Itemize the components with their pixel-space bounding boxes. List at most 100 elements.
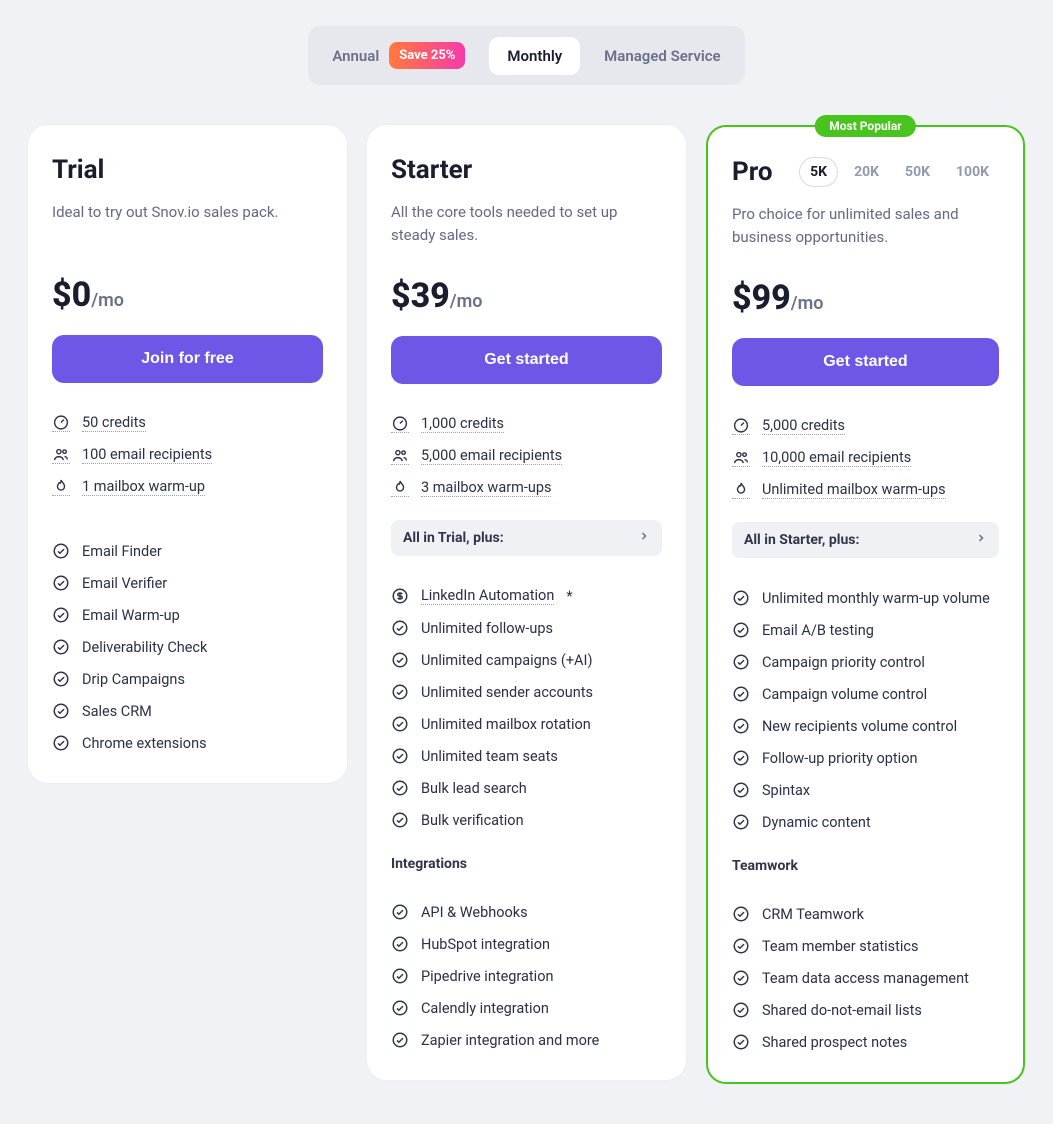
check-icon — [391, 935, 409, 953]
plan-title: Starter — [391, 155, 662, 185]
starter-top-list: 1,000 credits 5,000 email recipients 3 m… — [391, 408, 662, 504]
feature-item: Unlimited mailbox rotation — [391, 708, 662, 740]
check-icon — [52, 670, 70, 688]
price-per: /mo — [450, 291, 483, 312]
feature-recipients: 10,000 email recipients — [732, 442, 999, 474]
check-icon — [732, 653, 750, 671]
plus-bar-label: All in Trial, plus: — [403, 530, 504, 546]
integrations-heading: Integrations — [391, 856, 662, 872]
check-icon — [52, 606, 70, 624]
teamwork-heading: Teamwork — [732, 858, 999, 874]
check-icon — [732, 969, 750, 987]
dollar-icon — [391, 587, 409, 605]
popular-badge: Most Popular — [815, 115, 915, 137]
check-icon — [732, 621, 750, 639]
feature-item: Email Finder — [52, 535, 323, 567]
check-icon — [732, 1033, 750, 1051]
tier-50k[interactable]: 50K — [895, 158, 940, 186]
users-icon — [732, 449, 750, 467]
check-icon — [391, 779, 409, 797]
feature-recipients: 5,000 email recipients — [391, 440, 662, 472]
pro-cta-button[interactable]: Get started — [732, 338, 999, 386]
check-icon — [732, 937, 750, 955]
tier-20k[interactable]: 20K — [844, 158, 889, 186]
speedometer-icon — [391, 415, 409, 433]
billing-annual-label: Annual — [332, 47, 379, 65]
feature-credits: 1,000 credits — [391, 408, 662, 440]
plan-starter: Starter All the core tools needed to set… — [367, 125, 686, 1080]
feature-item: Email A/B testing — [732, 614, 999, 646]
flame-icon — [52, 478, 70, 496]
starter-cta-button[interactable]: Get started — [391, 336, 662, 384]
trial-features: Email FinderEmail VerifierEmail Warm-upD… — [52, 535, 323, 759]
tier-100k[interactable]: 100K — [946, 158, 999, 186]
flame-icon — [391, 479, 409, 497]
plan-title: Pro — [732, 157, 773, 187]
plan-desc: Ideal to try out Snov.io sales pack. — [52, 201, 323, 245]
check-icon — [391, 651, 409, 669]
starter-plus-bar[interactable]: All in Trial, plus: — [391, 520, 662, 556]
plans-row: Trial Ideal to try out Snov.io sales pac… — [0, 125, 1053, 1084]
feature-item: Sales CRM — [52, 695, 323, 727]
chevron-right-icon — [638, 530, 650, 546]
price-per: /mo — [791, 293, 824, 314]
plan-price: $39/mo — [391, 276, 662, 316]
check-icon — [732, 749, 750, 767]
feature-item: Team member statistics — [732, 930, 999, 962]
check-icon — [732, 813, 750, 831]
feature-item: Shared prospect notes — [732, 1026, 999, 1058]
check-icon — [391, 683, 409, 701]
pro-plus-bar[interactable]: All in Starter, plus: — [732, 522, 999, 558]
feature-warmup: 3 mailbox warm-ups — [391, 472, 662, 504]
chevron-right-icon — [975, 532, 987, 548]
feature-item: CRM Teamwork — [732, 898, 999, 930]
feature-item: Campaign priority control — [732, 646, 999, 678]
feature-item: HubSpot integration — [391, 928, 662, 960]
billing-monthly-label: Monthly — [507, 47, 562, 65]
billing-managed[interactable]: Managed Service — [586, 37, 738, 75]
check-icon — [52, 734, 70, 752]
feature-item: Deliverability Check — [52, 631, 323, 663]
check-icon — [391, 1031, 409, 1049]
check-icon — [391, 811, 409, 829]
save-badge: Save 25% — [389, 42, 465, 69]
feature-item: LinkedIn Automation * — [391, 580, 662, 612]
plan-desc: All the core tools needed to set up stea… — [391, 201, 662, 246]
feature-item: Follow-up priority option — [732, 742, 999, 774]
feature-item: Shared do-not-email lists — [732, 994, 999, 1026]
feature-item: Unlimited team seats — [391, 740, 662, 772]
billing-monthly[interactable]: Monthly — [489, 37, 580, 75]
feature-item: Email Warm-up — [52, 599, 323, 631]
speedometer-icon — [732, 417, 750, 435]
plan-trial: Trial Ideal to try out Snov.io sales pac… — [28, 125, 347, 783]
check-icon — [52, 542, 70, 560]
feature-item: API & Webhooks — [391, 896, 662, 928]
check-icon — [52, 702, 70, 720]
check-icon — [391, 747, 409, 765]
feature-item: Unlimited sender accounts — [391, 676, 662, 708]
feature-item: Campaign volume control — [732, 678, 999, 710]
check-icon — [732, 589, 750, 607]
billing-annual[interactable]: Annual Save 25% — [314, 32, 483, 79]
feature-item: Bulk lead search — [391, 772, 662, 804]
check-icon — [391, 967, 409, 985]
feature-item: Bulk verification — [391, 804, 662, 836]
feature-item: Team data access management — [732, 962, 999, 994]
plus-bar-label: All in Starter, plus: — [744, 532, 859, 548]
check-icon — [52, 638, 70, 656]
plan-price: $0/mo — [52, 275, 323, 315]
feature-credits: 5,000 credits — [732, 410, 999, 442]
billing-managed-label: Managed Service — [604, 47, 720, 65]
feature-recipients: 100 email recipients — [52, 439, 323, 471]
speedometer-icon — [52, 414, 70, 432]
plan-price: $99/mo — [732, 278, 999, 318]
check-icon — [391, 999, 409, 1017]
price-per: /mo — [91, 290, 124, 311]
plan-pro: Most Popular Pro 5K 20K 50K 100K Pro cho… — [706, 125, 1025, 1084]
feature-credits: 50 credits — [52, 407, 323, 439]
check-icon — [391, 619, 409, 637]
tier-5k[interactable]: 5K — [799, 157, 838, 187]
trial-cta-button[interactable]: Join for free — [52, 335, 323, 383]
check-icon — [732, 781, 750, 799]
check-icon — [391, 715, 409, 733]
